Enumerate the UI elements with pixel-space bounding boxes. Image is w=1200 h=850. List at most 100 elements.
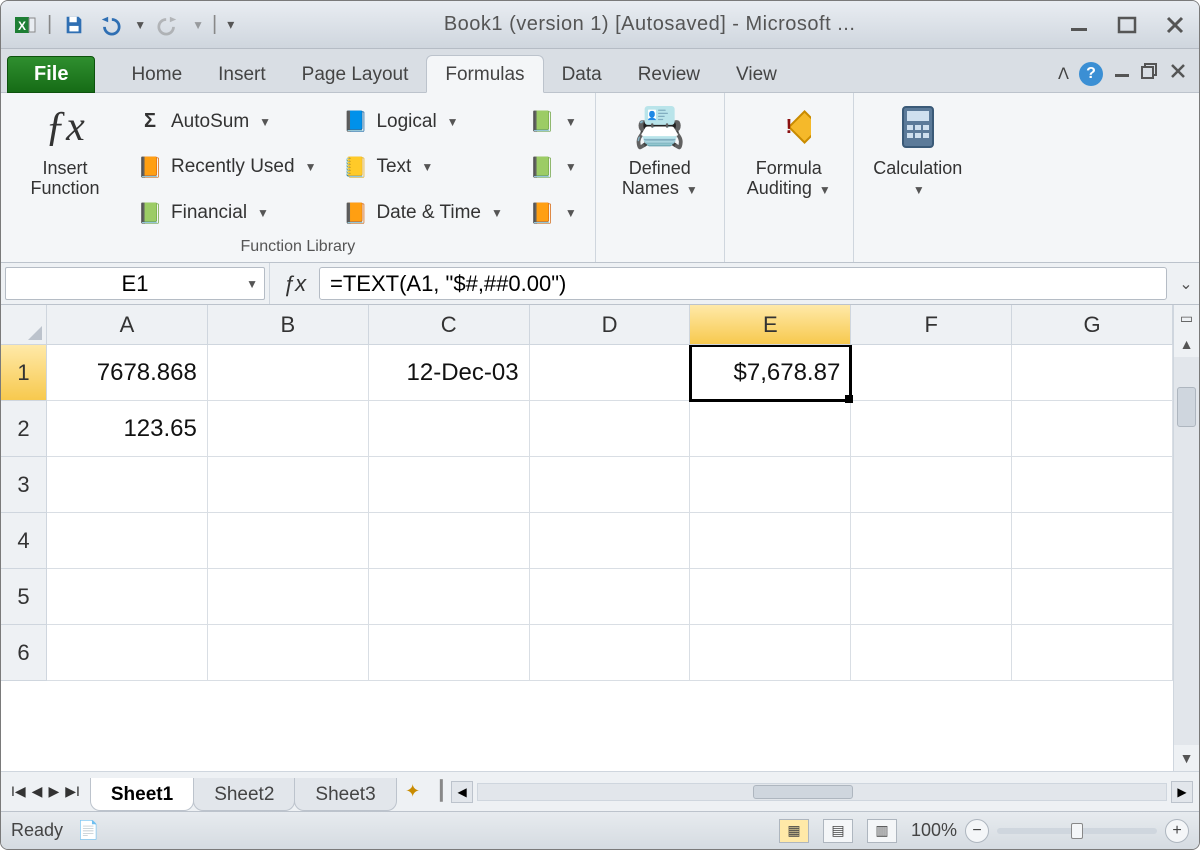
lookup-ref-button[interactable]: 📗▼ (525, 107, 581, 137)
view-page-layout-button[interactable]: ▤ (823, 819, 853, 843)
cell-C6[interactable] (369, 625, 530, 681)
cell-B3[interactable] (208, 457, 369, 513)
cell-A3[interactable] (47, 457, 208, 513)
cell-D1[interactable] (530, 345, 691, 401)
cell-C1[interactable]: 12-Dec-03 (369, 345, 530, 401)
cell-E1[interactable]: $7,678.87 (690, 345, 851, 401)
help-button[interactable]: ? (1079, 62, 1103, 86)
cell-B4[interactable] (208, 513, 369, 569)
sheet-tab-sheet2[interactable]: Sheet2 (193, 778, 295, 811)
cell-C5[interactable] (369, 569, 530, 625)
cell-E5[interactable] (690, 569, 851, 625)
cell-G5[interactable] (1012, 569, 1173, 625)
more-functions-button[interactable]: 📙▼ (525, 198, 581, 228)
cell-B1[interactable] (208, 345, 369, 401)
text-button[interactable]: 📒Text ▼ (338, 152, 506, 182)
formula-bar-input[interactable]: =TEXT(A1, "$#,##0.00") (319, 267, 1167, 300)
cell-E4[interactable] (690, 513, 851, 569)
logical-button[interactable]: 📘Logical ▼ (338, 107, 506, 137)
zoom-out-button[interactable]: − (965, 819, 989, 843)
excel-logo-icon[interactable]: X (11, 11, 39, 39)
row-header-3[interactable]: 3 (1, 457, 47, 513)
minimize-ribbon-icon[interactable]: ᐱ (1058, 64, 1069, 84)
sheet-tab-sheet1[interactable]: Sheet1 (90, 778, 194, 811)
cell-F2[interactable] (851, 401, 1012, 457)
column-header-B[interactable]: B (208, 305, 369, 345)
column-header-G[interactable]: G (1012, 305, 1173, 345)
scroll-track[interactable] (1174, 357, 1199, 745)
row-header-4[interactable]: 4 (1, 513, 47, 569)
insert-function-button[interactable]: ƒx InsertFunction (15, 99, 115, 236)
cell-A2[interactable]: 123.65 (47, 401, 208, 457)
row-header-6[interactable]: 6 (1, 625, 47, 681)
customize-qat-icon[interactable]: ▾ (227, 16, 234, 33)
sheet-tab-sheet3[interactable]: Sheet3 (294, 778, 396, 811)
vertical-scrollbar[interactable]: ▭ ▲ ▼ (1173, 305, 1199, 771)
select-all-corner[interactable] (1, 305, 47, 345)
zoom-level[interactable]: 100% (911, 820, 957, 841)
save-button[interactable] (60, 11, 88, 39)
workbook-close-icon[interactable] (1169, 62, 1187, 86)
recently-used-button[interactable]: 📙Recently Used ▼ (133, 152, 320, 182)
minimize-button[interactable] (1065, 11, 1093, 39)
calculation-button[interactable]: Calculation▼ (868, 99, 968, 236)
tab-view[interactable]: View (718, 56, 795, 92)
scroll-up-icon[interactable]: ▲ (1174, 331, 1199, 357)
cell-D6[interactable] (530, 625, 691, 681)
cell-C3[interactable] (369, 457, 530, 513)
cell-F6[interactable] (851, 625, 1012, 681)
horizontal-scrollbar[interactable]: ┃ ◀ ▶ (430, 780, 1199, 803)
row-header-1[interactable]: 1 (1, 345, 47, 401)
cell-B6[interactable] (208, 625, 369, 681)
cell-E2[interactable] (690, 401, 851, 457)
cell-G3[interactable] (1012, 457, 1173, 513)
sheet-nav-first-icon[interactable]: I◀ (11, 783, 26, 800)
cell-G2[interactable] (1012, 401, 1173, 457)
cell-E3[interactable] (690, 457, 851, 513)
fx-label-icon[interactable]: ƒx (269, 263, 319, 304)
cell-A1[interactable]: 7678.868 (47, 345, 208, 401)
macro-record-icon[interactable]: 📄 (77, 820, 99, 841)
cell-D4[interactable] (530, 513, 691, 569)
formula-bar-expand-icon[interactable]: ⌄ (1173, 263, 1199, 304)
sheet-nav-prev-icon[interactable]: ◀ (32, 783, 43, 800)
maximize-button[interactable] (1113, 11, 1141, 39)
hscroll-right-icon[interactable]: ▶ (1171, 781, 1193, 803)
cell-C4[interactable] (369, 513, 530, 569)
tab-insert[interactable]: Insert (200, 56, 284, 92)
column-header-F[interactable]: F (851, 305, 1012, 345)
undo-button[interactable] (96, 11, 124, 39)
zoom-slider-knob[interactable] (1071, 823, 1083, 839)
sheet-nav-next-icon[interactable]: ▶ (48, 783, 59, 800)
cell-F5[interactable] (851, 569, 1012, 625)
split-handle-icon[interactable]: ▭ (1174, 305, 1199, 331)
name-box[interactable]: E1 ▼ (5, 267, 265, 300)
cell-D2[interactable] (530, 401, 691, 457)
cell-A6[interactable] (47, 625, 208, 681)
tab-formulas[interactable]: Formulas (426, 55, 543, 93)
new-sheet-button[interactable]: ✦ (396, 781, 430, 802)
column-header-C[interactable]: C (369, 305, 530, 345)
tab-file[interactable]: File (7, 56, 95, 93)
view-normal-button[interactable]: ▦ (779, 819, 809, 843)
cell-D3[interactable] (530, 457, 691, 513)
row-header-2[interactable]: 2 (1, 401, 47, 457)
zoom-slider[interactable] (997, 828, 1157, 834)
redo-button[interactable] (154, 11, 182, 39)
formula-auditing-button[interactable]: ! FormulaAuditing ▼ (739, 99, 839, 236)
redo-dropdown-icon[interactable]: ▼ (192, 18, 204, 32)
cell-E6[interactable] (690, 625, 851, 681)
tab-review[interactable]: Review (620, 56, 718, 92)
cell-F1[interactable] (851, 345, 1012, 401)
column-header-E[interactable]: E (690, 305, 851, 345)
workbook-minimize-icon[interactable] (1113, 62, 1131, 86)
cell-G1[interactable] (1012, 345, 1173, 401)
cell-A5[interactable] (47, 569, 208, 625)
column-header-D[interactable]: D (530, 305, 691, 345)
cell-A4[interactable] (47, 513, 208, 569)
cell-B5[interactable] (208, 569, 369, 625)
tab-page-layout[interactable]: Page Layout (284, 56, 427, 92)
scroll-down-icon[interactable]: ▼ (1174, 745, 1199, 771)
hscroll-thumb[interactable] (753, 785, 853, 799)
scroll-thumb[interactable] (1177, 387, 1196, 427)
